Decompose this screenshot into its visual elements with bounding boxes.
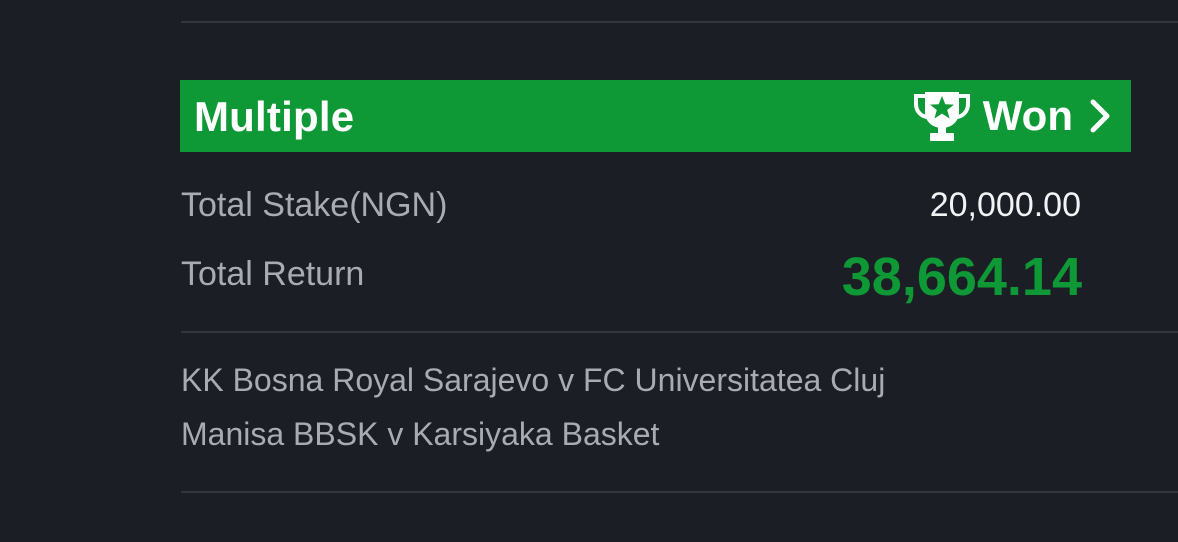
top-divider	[181, 21, 1178, 23]
trophy-icon	[913, 92, 970, 141]
total-stake-value: 20,000.00	[929, 186, 1081, 224]
chevron-right-icon	[1090, 99, 1110, 133]
match-item: KK Bosna Royal Sarajevo v FC Universitat…	[181, 362, 886, 398]
bottom-divider	[181, 491, 1178, 493]
match-item: Manisa BBSK v Karsiyaka Basket	[181, 416, 660, 452]
total-stake-label: Total Stake(NGN)	[181, 186, 448, 224]
summary-divider	[181, 331, 1178, 333]
status-label: Won	[982, 92, 1073, 139]
total-return-value: 38,664.14	[841, 247, 1082, 307]
total-return-label: Total Return	[181, 255, 365, 293]
bet-type-label: Multiple	[194, 93, 355, 140]
bet-header[interactable]: Multiple Won	[180, 80, 1131, 152]
bet-status[interactable]: Won	[913, 80, 1113, 152]
